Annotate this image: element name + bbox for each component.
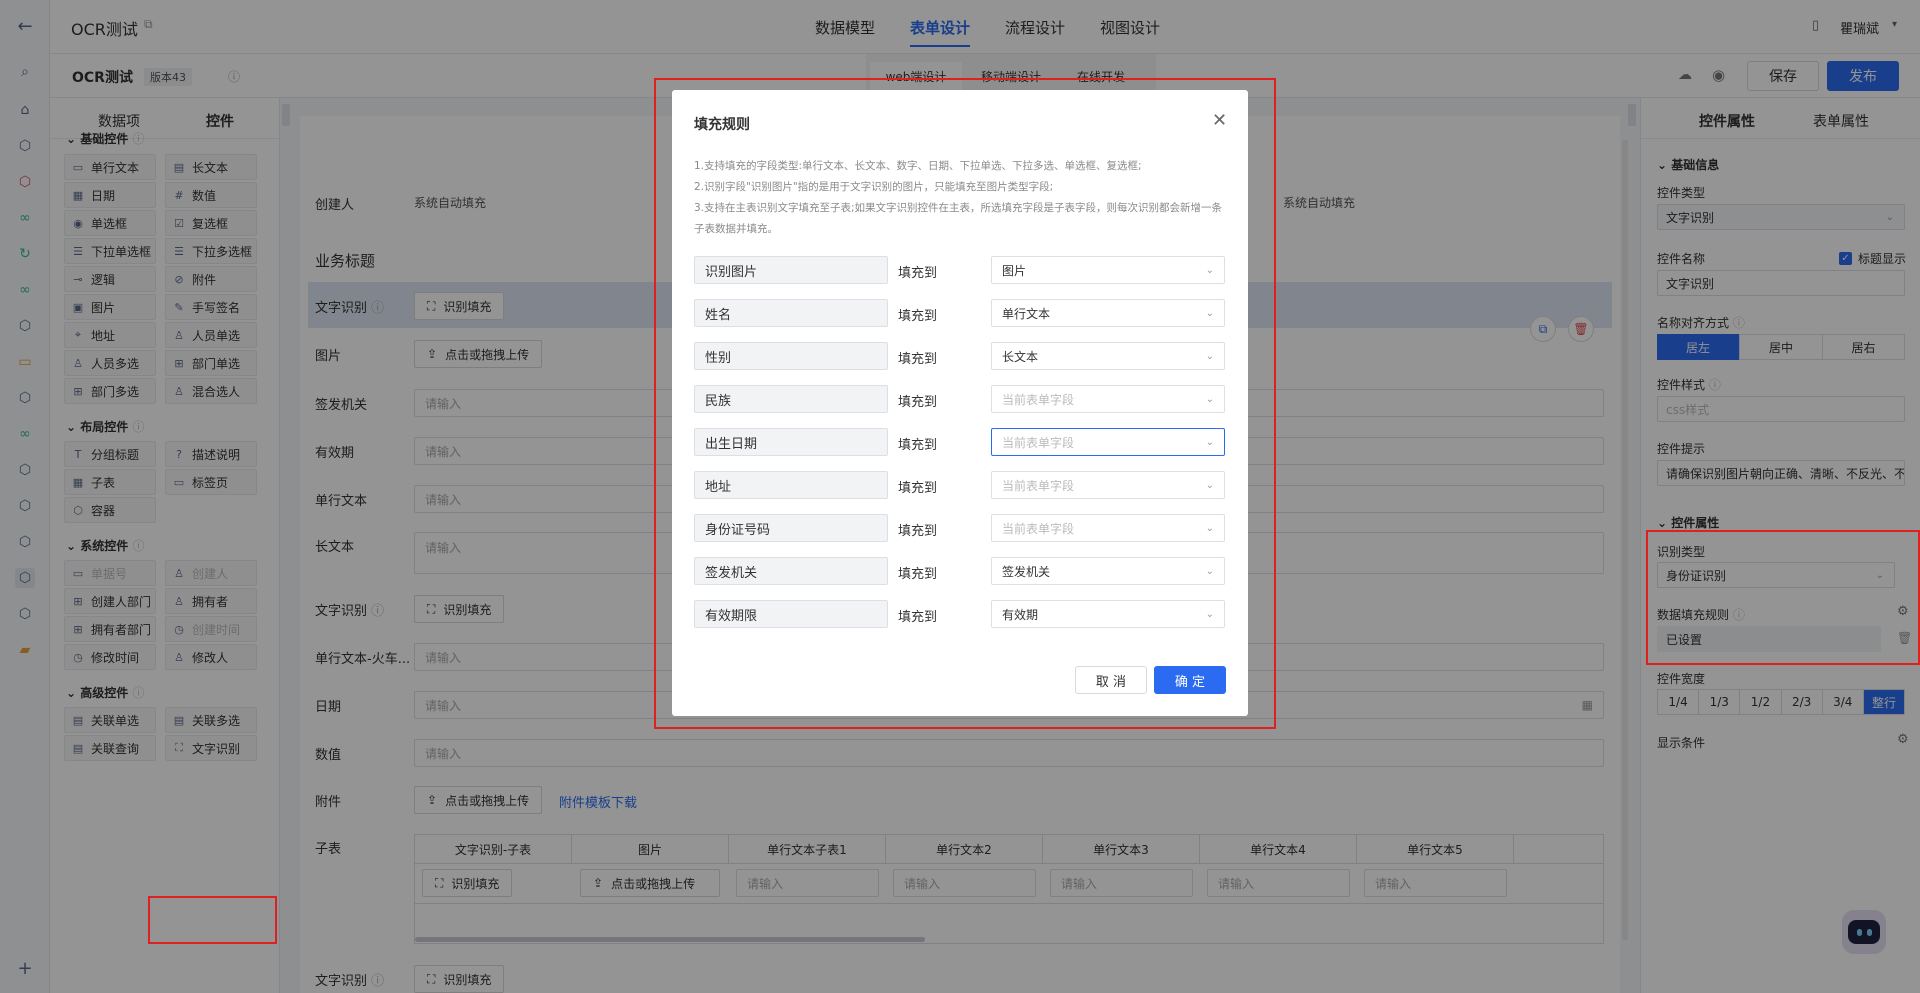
confirm-button[interactable]: 确 定: [1154, 666, 1226, 694]
fill-rule-dialog: 填充规则 ✕ 1.支持填充的字段类型:单行文本、长文本、数字、日期、下拉单选、下…: [672, 90, 1248, 716]
rule-field: 有效期限: [694, 600, 888, 628]
note-line: 1.支持填充的字段类型:单行文本、长文本、数字、日期、下拉单选、下拉多选、单选框…: [694, 160, 1142, 172]
close-icon[interactable]: ✕: [1212, 110, 1227, 131]
rule-field: 身份证号码: [694, 514, 888, 542]
rule-field: 地址: [694, 471, 888, 499]
dialog-notes: 1.支持填充的字段类型:单行文本、长文本、数字、日期、下拉单选、下拉多选、单选框…: [694, 156, 1228, 240]
chevron-down-icon: ⌄: [1205, 522, 1214, 534]
rule-target-select[interactable]: 长文本 ⌄: [991, 342, 1225, 370]
rule-target-select[interactable]: 当前表单字段 ⌄: [991, 471, 1225, 499]
fill-to-label: 填充到: [898, 309, 938, 324]
rule-target-select[interactable]: 当前表单字段 ⌄: [991, 514, 1225, 542]
fill-to-label: 填充到: [898, 395, 938, 410]
fill-to-label: 填充到: [898, 438, 938, 453]
chevron-down-icon: ⌄: [1205, 436, 1214, 448]
fill-to-label: 填充到: [898, 266, 938, 281]
rule-field: 姓名: [694, 299, 888, 327]
fill-to-label: 填充到: [898, 610, 938, 625]
fill-to-label: 填充到: [898, 481, 938, 496]
rule-target-select[interactable]: 图片 ⌄: [991, 256, 1225, 284]
rule-field: 性别: [694, 342, 888, 370]
note-line: 3.支持在主表识别文字填充至子表;如果文字识别控件在主表，所选填充字段是子表字段…: [694, 202, 1223, 235]
highlight-box-fill-rule: [1646, 530, 1920, 665]
chevron-down-icon: ⌄: [1205, 565, 1214, 577]
rule-target-select-focused[interactable]: 当前表单字段 ⌄: [991, 428, 1225, 456]
rule-field: 识别图片: [694, 256, 888, 284]
rule-field: 民族: [694, 385, 888, 413]
chevron-down-icon: ⌄: [1205, 264, 1214, 276]
fill-to-label: 填充到: [898, 524, 938, 539]
rule-target-select[interactable]: 签发机关 ⌄: [991, 557, 1225, 585]
chevron-down-icon: ⌄: [1205, 307, 1214, 319]
rule-target-select[interactable]: 单行文本 ⌄: [991, 299, 1225, 327]
rule-target-select[interactable]: 有效期 ⌄: [991, 600, 1225, 628]
chevron-down-icon: ⌄: [1205, 608, 1214, 620]
fill-to-label: 填充到: [898, 352, 938, 367]
cancel-button[interactable]: 取 消: [1075, 666, 1147, 694]
dialog-title: 填充规则: [694, 117, 750, 133]
fill-to-label: 填充到: [898, 567, 938, 582]
note-line: 2.识别字段"识别图片"指的是用于文字识别的图片，只能填充至图片类型字段;: [694, 181, 1054, 193]
chevron-down-icon: ⌄: [1205, 479, 1214, 491]
rule-field: 签发机关: [694, 557, 888, 585]
chevron-down-icon: ⌄: [1205, 350, 1214, 362]
highlight-box-ocr-control: [148, 896, 277, 944]
rule-field: 出生日期: [694, 428, 888, 456]
rule-target-select[interactable]: 当前表单字段 ⌄: [991, 385, 1225, 413]
chevron-down-icon: ⌄: [1205, 393, 1214, 405]
